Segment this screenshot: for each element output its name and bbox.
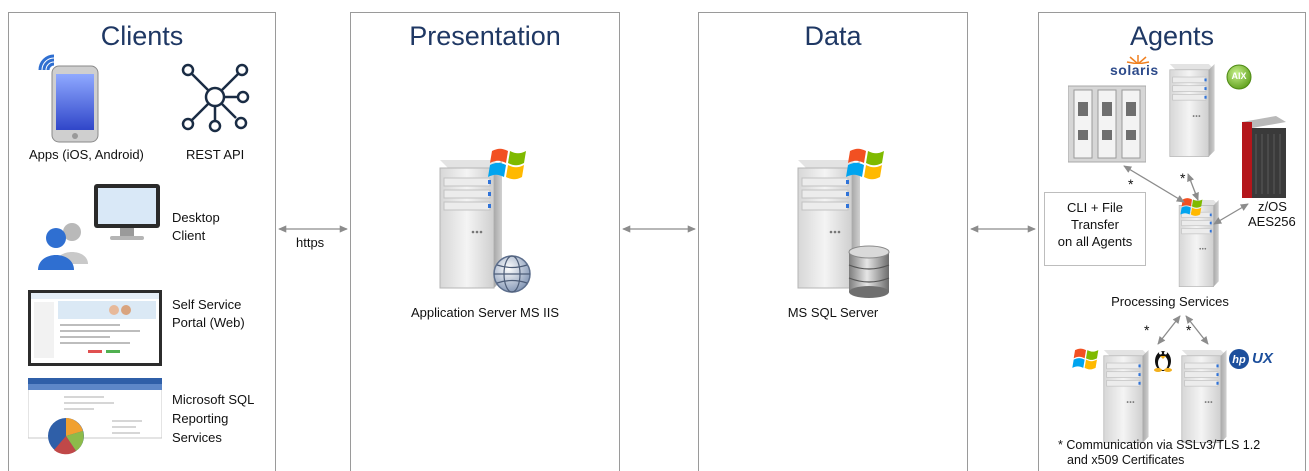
- asterisk: *: [1128, 176, 1134, 192]
- windows-logo-icon: [488, 148, 526, 180]
- reporting-dashboard-screenshot: [28, 378, 162, 455]
- server-icon: [1181, 350, 1227, 443]
- monitor-icon: [94, 184, 160, 240]
- clients-title: Clients: [100, 21, 184, 51]
- application-server-label: Application Server MS IIS: [410, 305, 560, 320]
- data-agents-arrow: [970, 225, 1036, 233]
- agent-connections: [1123, 165, 1249, 345]
- apps-label: Apps (iOS, Android): [29, 147, 144, 162]
- asterisk: *: [1180, 170, 1186, 186]
- https-label: https: [296, 235, 325, 250]
- rest-api-label: REST API: [186, 147, 245, 162]
- asterisk: *: [1144, 322, 1150, 338]
- rest-api-network-icon: [181, 63, 250, 133]
- reporting-services-label: Microsoft SQL Reporting Services: [172, 392, 255, 445]
- globe-icon: [493, 255, 531, 293]
- solaris-sun-icon: [1126, 55, 1150, 64]
- server-icon: [1169, 64, 1215, 157]
- web-portal-screenshot: [28, 290, 162, 366]
- aix-label: AIX: [1231, 71, 1247, 81]
- data-title: Data: [804, 21, 862, 51]
- hp-logo-icon: hp: [1229, 349, 1249, 369]
- windows-logo-icon: [846, 148, 884, 180]
- ms-sql-server-label: MS SQL Server: [787, 305, 879, 320]
- asterisk: *: [1186, 322, 1192, 338]
- database-icon: [848, 245, 890, 298]
- agents-title: Agents: [1129, 21, 1215, 51]
- presentation-data-arrow: [622, 225, 696, 233]
- solaris-logo: solaris: [1110, 62, 1159, 78]
- svg-text:hp: hp: [1232, 354, 1246, 366]
- hpux-label: UX: [1252, 350, 1273, 367]
- self-service-portal-label: Self Service Portal (Web): [172, 297, 245, 330]
- desktop-client-label: Desktop Client: [172, 210, 220, 243]
- presentation-title: Presentation: [409, 21, 561, 51]
- footnote: * Communication via SSLv3/TLS 1.2 and x5…: [1058, 438, 1261, 467]
- clients-presentation-arrow: [278, 225, 348, 233]
- server-icon: [1103, 350, 1149, 443]
- users-icon: [38, 223, 88, 270]
- smartphone-wifi-icon: [38, 54, 99, 143]
